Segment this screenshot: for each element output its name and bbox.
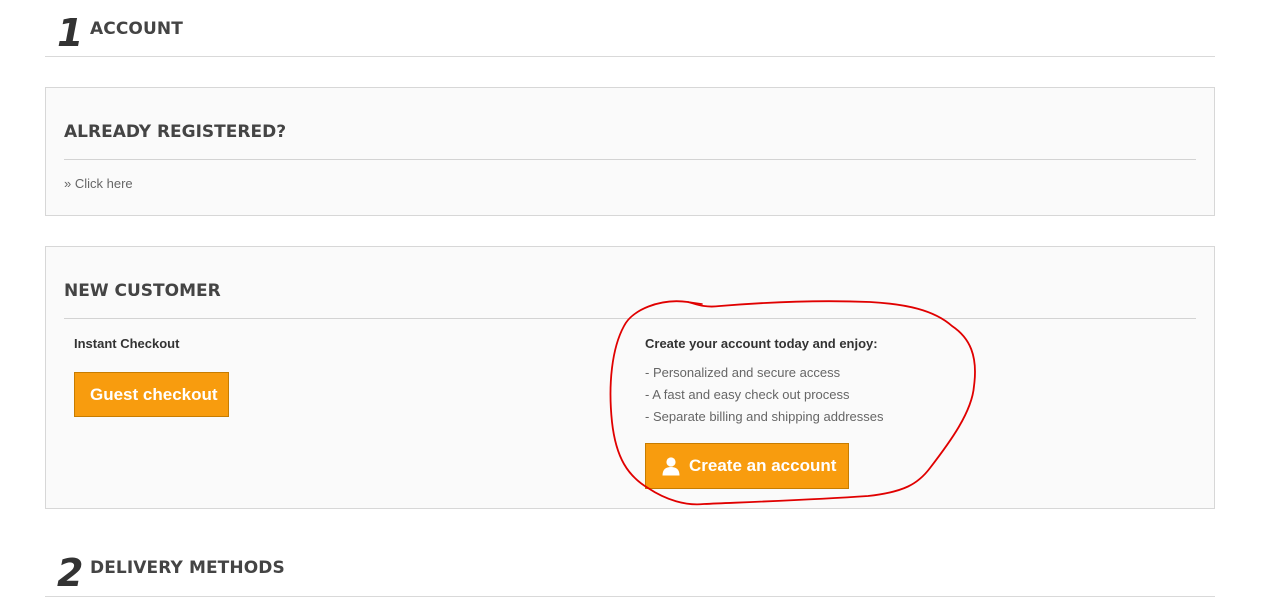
- instant-checkout-column: Instant Checkout Guest checkout: [74, 336, 229, 417]
- step-delivery-header: 2 DELIVERY METHODS: [45, 550, 1215, 597]
- step-number: 2: [57, 551, 84, 595]
- step-title: ACCOUNT: [90, 19, 183, 39]
- create-account-heading: Create your account today and enjoy:: [645, 336, 878, 351]
- login-click-here-link[interactable]: » Click here: [64, 176, 133, 191]
- step-number: 1: [57, 11, 84, 55]
- already-registered-title: ALREADY REGISTERED?: [64, 122, 1196, 160]
- instant-checkout-label: Instant Checkout: [74, 336, 180, 351]
- step-title: DELIVERY METHODS: [90, 558, 285, 578]
- new-customer-panel: NEW CUSTOMER Instant Checkout Guest chec…: [45, 246, 1215, 509]
- checkout-page: 1 ACCOUNT ALREADY REGISTERED? » Click he…: [0, 0, 1271, 604]
- step-account-header: 1 ACCOUNT: [45, 10, 1215, 57]
- create-account-button[interactable]: Create an account: [645, 443, 849, 489]
- benefit-item: - Separate billing and shipping addresse…: [645, 409, 884, 424]
- already-registered-panel: ALREADY REGISTERED? » Click here: [45, 87, 1215, 216]
- user-icon: [662, 457, 680, 476]
- benefit-item: - Personalized and secure access: [645, 365, 841, 380]
- new-customer-title: NEW CUSTOMER: [64, 281, 1196, 319]
- guest-checkout-button[interactable]: Guest checkout: [74, 372, 229, 417]
- benefit-item: - A fast and easy check out process: [645, 387, 850, 402]
- create-account-label: Create an account: [689, 456, 837, 475]
- create-account-column: Create your account today and enjoy: - P…: [645, 336, 884, 489]
- account-benefits-list: - Personalized and secure access - A fas…: [645, 362, 965, 428]
